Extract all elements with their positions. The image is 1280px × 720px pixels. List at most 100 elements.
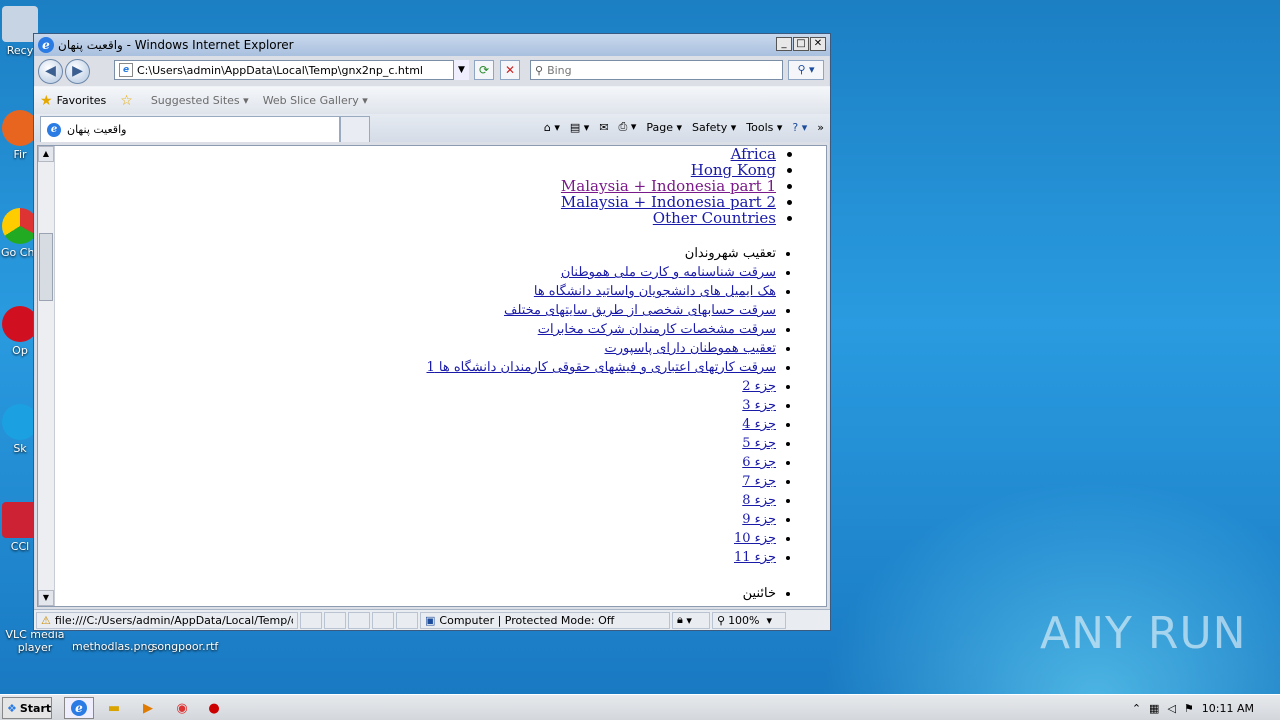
link-other-countries[interactable]: Other Countries [653, 209, 776, 227]
section2-link[interactable]: سرقت شناسنامه و کارت ملی هموطنان [561, 265, 776, 280]
section3-list: خائنین [743, 586, 776, 602]
search-button[interactable]: ⚲ ▾ [788, 60, 824, 80]
new-tab-button[interactable] [340, 116, 370, 142]
favorites-button[interactable]: ★ Favorites [40, 93, 106, 109]
desktop-icon-vlc[interactable]: VLC media player [0, 628, 70, 654]
part-link[interactable]: جزء 6 [742, 455, 776, 470]
lock-icon: 🔒︎ [677, 613, 683, 626]
show-hidden-icons-icon[interactable]: ⌃ [1132, 702, 1141, 715]
help-icon[interactable]: ? ▾ [792, 121, 807, 134]
stop-button[interactable]: ✕ [500, 60, 520, 80]
overflow-chevron-icon[interactable]: » [817, 121, 824, 134]
protected-mode-button[interactable]: 🔒︎ ▾ [672, 611, 710, 629]
tab-label: واقعیت پنهان [67, 123, 127, 136]
taskbar-ie-button[interactable]: e [64, 697, 94, 719]
page-menu[interactable]: Page ▾ [646, 121, 682, 134]
volume-icon[interactable]: ◁ [1167, 702, 1175, 715]
maximize-button[interactable]: □ [793, 37, 809, 51]
section2-list: تعقیب شهروندان سرقت شناسنامه و کارت ملی … [426, 244, 776, 567]
list-item: سرقت مشخصات کارمندان شرکت مخابرات [426, 320, 776, 339]
rss-feed-icon[interactable]: ▤ ▾ [570, 121, 589, 134]
start-button[interactable]: ❖ Start [2, 697, 52, 719]
status-zone-cell[interactable]: ▣ Computer | Protected Mode: Off [420, 611, 670, 629]
close-button[interactable]: ✕ [810, 37, 826, 51]
desktop-wallpaper-glow [820, 480, 1280, 700]
part-link[interactable]: جزء 11 [734, 550, 776, 565]
desktop-icon-songpoor[interactable]: songpoor.rtf [148, 640, 222, 653]
section2-link[interactable]: هک ایمیل های دانشجویان واساتید دانشگاه ه… [534, 284, 776, 299]
part-link[interactable]: جزء 2 [742, 379, 776, 394]
tab-ie-icon: e [47, 122, 61, 137]
part-link[interactable]: جزء 4 [742, 417, 776, 432]
taskbar-chrome-button[interactable]: ◉ [168, 697, 196, 719]
list-item: جزء 4 [426, 415, 776, 434]
list-item: جزء 3 [426, 396, 776, 415]
tab-row: e واقعیت پنهان ⌂ ▾ ▤ ▾ ✉ ⎙ ▾ Page ▾ Safe… [34, 114, 830, 142]
forward-arrow-icon: ▶ [72, 63, 83, 79]
search-box[interactable]: ⚲ Bing [530, 60, 783, 80]
part-link[interactable]: جزء 7 [742, 474, 776, 489]
warning-icon: ⚠ [41, 613, 51, 627]
clock[interactable]: 10:11 AM [1202, 702, 1254, 715]
favorites-bar: ★ Favorites ☆ Suggested Sites ▾ Web Slic… [34, 86, 830, 114]
address-row: ◀ ▶ e C:\Users\admin\AppData\Local\Temp\… [34, 56, 830, 86]
address-dropdown-button[interactable]: ▼ [453, 60, 469, 80]
status-empty-cell [324, 611, 346, 629]
section2-link[interactable]: تعقیب هموطنان دارای پاسپورت [604, 341, 776, 356]
part-link[interactable]: جزء 3 [742, 398, 776, 413]
vertical-scrollbar[interactable]: ▲ ▼ [38, 146, 55, 606]
network-icon[interactable]: ▦ [1149, 702, 1159, 715]
web-slice-gallery-link[interactable]: Web Slice Gallery ▾ [263, 94, 368, 107]
status-empty-cell [348, 611, 370, 629]
ie-window: e واقعیت پنهان - Windows Internet Explor… [33, 33, 831, 631]
minimize-button[interactable]: _ [776, 37, 792, 51]
page-content: ▲ ▼ Africa Hong Kong Malaysia + Indonesi… [37, 145, 827, 607]
status-empty-cell [300, 611, 322, 629]
media-player-icon: ▶ [143, 700, 153, 716]
taskbar-opera-button[interactable]: ● [200, 697, 228, 719]
system-tray: ⌃ ▦ ◁ ⚑ 10:11 AM [1132, 695, 1280, 720]
scroll-down-arrow-icon[interactable]: ▼ [38, 590, 54, 606]
part-link[interactable]: جزء 5 [742, 436, 776, 451]
taskbar-media-player-button[interactable]: ▶ [134, 697, 162, 719]
refresh-button[interactable]: ⟳ [474, 60, 494, 80]
section2-link[interactable]: سرقت مشخصات کارمندان شرکت مخابرات [538, 322, 776, 337]
home-icon[interactable]: ⌂ ▾ [544, 121, 560, 134]
add-favorite-button[interactable]: ☆ [120, 93, 137, 109]
safety-menu[interactable]: Safety ▾ [692, 121, 736, 134]
desktop-icon-methodlas[interactable]: methodlas.png [72, 640, 154, 653]
list-item: سرقت کارتهای اعتباری و فیشهای حقوقی کارم… [426, 358, 776, 377]
folder-icon: ▬ [107, 700, 121, 716]
address-bar[interactable]: e C:\Users\admin\AppData\Local\Temp\gnx2… [114, 60, 469, 80]
flag-icon[interactable]: ⚑ [1184, 702, 1194, 715]
taskbar: ❖ Start e ▬ ▶ ◉ ● ⌃ ▦ ◁ ⚑ 10:11 AM [0, 694, 1280, 720]
part-link[interactable]: جزء 9 [742, 512, 776, 527]
back-arrow-icon: ◀ [45, 63, 56, 79]
section2-link[interactable]: سرقت حسابهای شخصی از طریق سایتهای مختلف [504, 303, 776, 318]
list-item: Africa [561, 146, 776, 162]
read-mail-icon[interactable]: ✉ [599, 121, 608, 134]
window-controls: _ □ ✕ [776, 37, 826, 51]
back-button[interactable]: ◀ [38, 58, 63, 84]
part-link[interactable]: جزء 10 [734, 531, 776, 546]
scroll-thumb[interactable] [39, 233, 53, 301]
command-bar: ⌂ ▾ ▤ ▾ ✉ ⎙ ▾ Page ▾ Safety ▾ Tools ▾ ? … [544, 120, 824, 134]
print-icon[interactable]: ⎙ ▾ [619, 120, 637, 134]
forward-button[interactable]: ▶ [65, 58, 90, 84]
page-icon: e [119, 63, 133, 77]
tools-menu[interactable]: Tools ▾ [746, 121, 782, 134]
status-empty-cell [396, 611, 418, 629]
window-title: واقعیت پنهان - Windows Internet Explorer [58, 38, 294, 52]
suggested-sites-link[interactable]: Suggested Sites ▾ [151, 94, 249, 107]
part-link[interactable]: جزء 8 [742, 493, 776, 508]
scroll-up-arrow-icon[interactable]: ▲ [38, 146, 54, 162]
zoom-button[interactable]: ⚲ 100% ▾ [712, 611, 786, 629]
search-placeholder: Bing [547, 63, 572, 77]
list-item: تعقیب هموطنان دارای پاسپورت [426, 339, 776, 358]
tab-active[interactable]: e واقعیت پنهان [40, 116, 340, 142]
taskbar-explorer-button[interactable]: ▬ [100, 697, 128, 719]
star-icon: ★ [40, 92, 53, 109]
section2-link[interactable]: سرقت کارتهای اعتباری و فیشهای حقوقی کارم… [426, 360, 776, 375]
address-url[interactable]: C:\Users\admin\AppData\Local\Temp\gnx2np… [137, 64, 423, 77]
list-item: سرقت شناسنامه و کارت ملی هموطنان [426, 263, 776, 282]
